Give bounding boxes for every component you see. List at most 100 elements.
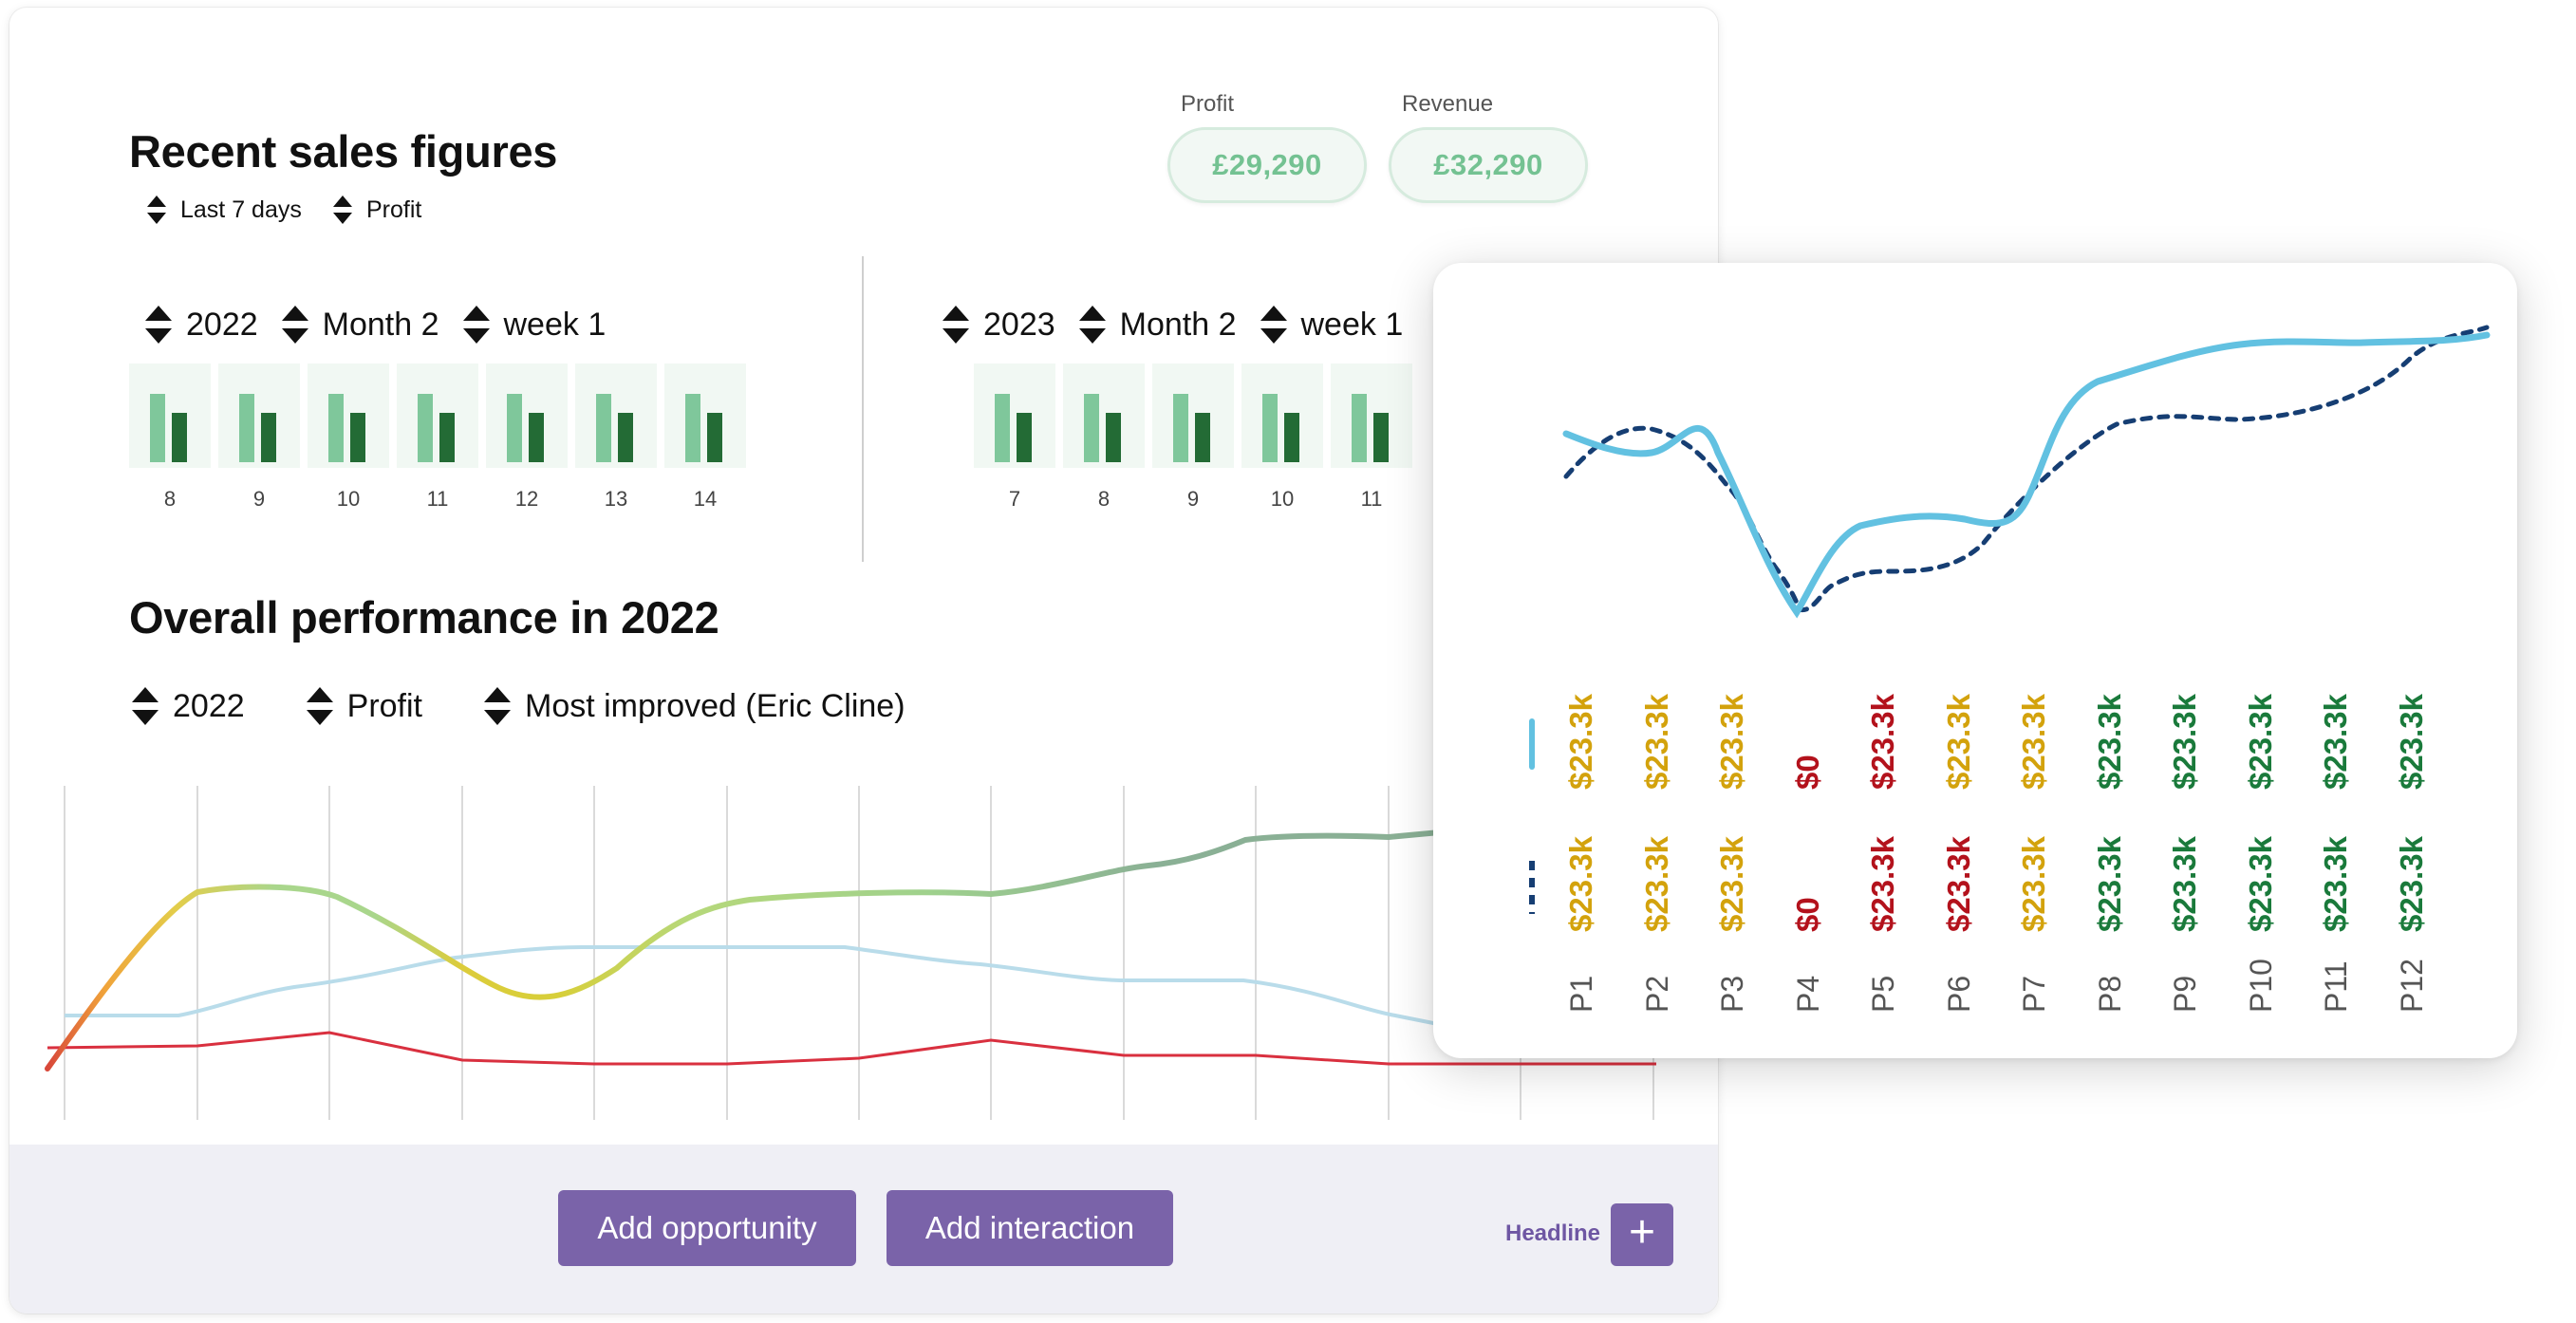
period-label: P1 (1564, 975, 1598, 1013)
section-title: Overall performance in 2022 (129, 592, 719, 643)
day-bar-background (397, 363, 478, 468)
filter-date-range-label: Last 7 days (180, 196, 302, 223)
performance-metric-select[interactable]: Profit (306, 686, 422, 726)
day-bar[interactable]: 11 (1331, 363, 1412, 525)
day-bar-dark (1017, 413, 1032, 462)
filter-metric[interactable]: Profit (332, 195, 421, 225)
day-bar-background (308, 363, 389, 468)
day-bar-light (507, 394, 522, 462)
week-select[interactable]: week 1 (1260, 305, 1404, 345)
day-bar-light (328, 394, 344, 462)
month-select[interactable]: Month 2 (1078, 305, 1237, 345)
day-label: 9 (252, 487, 266, 511)
headline-label: Headline (1505, 1221, 1601, 1246)
month-select-value: Month 2 (1119, 306, 1237, 343)
add-opportunity-button[interactable]: Add opportunity (558, 1190, 856, 1266)
day-bar-dark (618, 413, 633, 462)
week-select-value: week 1 (503, 306, 607, 343)
day-bar-background (974, 363, 1055, 468)
series-baseline-line (47, 1031, 1656, 1066)
day-bar-light (995, 394, 1010, 462)
period-a-selectors: 2022 Month 2 week 1 (144, 302, 628, 347)
year-select[interactable]: 2022 (144, 305, 258, 345)
sort-icon (281, 305, 309, 345)
day-bar[interactable]: 12 (486, 363, 568, 525)
day-bar-light (1262, 394, 1278, 462)
day-label: 9 (1186, 487, 1200, 511)
performance-year-select[interactable]: 2022 (131, 686, 245, 726)
year-select-value: 2023 (983, 306, 1055, 343)
month-select-value: Month 2 (322, 306, 439, 343)
day-bar-light (1352, 394, 1367, 462)
period-comparison-card: $23.3k $23.3k P1 $23.3k $23.3k P2 $23.3k $23.3k… (1433, 263, 2517, 1058)
filter-date-range[interactable]: Last 7 days (146, 195, 302, 225)
day-bar-background (129, 363, 211, 468)
period-b-selectors: 2023 Month 2 week 1 (942, 302, 1426, 347)
day-bar-dark (439, 413, 455, 462)
month-select[interactable]: Month 2 (281, 305, 439, 345)
day-bar-background (1152, 363, 1234, 468)
day-label: 8 (163, 487, 177, 511)
performance-year-value: 2022 (173, 687, 245, 724)
day-label: 10 (336, 487, 361, 511)
period-label: P4 (1790, 975, 1825, 1013)
day-bar-dark (172, 413, 187, 462)
day-bar[interactable]: 8 (1063, 363, 1145, 525)
day-bar[interactable]: 9 (218, 363, 300, 525)
performance-comparison-select[interactable]: Most improved (Eric Cline) (483, 686, 905, 726)
day-bar-light (150, 394, 165, 462)
week-select[interactable]: week 1 (462, 305, 607, 345)
kpi-revenue-value: £32,290 (1389, 127, 1588, 203)
solid-value: $23.3k (1714, 694, 1749, 790)
solid-value: $23.3k (1638, 694, 1674, 790)
year-select[interactable]: 2023 (942, 305, 1055, 345)
solid-value: $23.3k (2318, 694, 2353, 790)
period-label: P11 (2319, 960, 2353, 1013)
day-bar-light (1173, 394, 1188, 462)
page-title: Recent sales figures (129, 126, 558, 177)
day-bar[interactable]: 10 (1241, 363, 1323, 525)
day-bar-light (418, 394, 433, 462)
day-bar[interactable]: 14 (664, 363, 746, 525)
dotted-value: $23.3k (1940, 836, 1976, 932)
filter-metric-label: Profit (366, 196, 422, 223)
day-bar[interactable]: 13 (575, 363, 657, 525)
plus-icon: + (1628, 1207, 1656, 1258)
period-label: P7 (2017, 975, 2051, 1013)
day-bar[interactable]: 9 (1152, 363, 1234, 525)
day-label: 11 (1360, 487, 1383, 511)
period-label: P2 (1639, 975, 1674, 1013)
day-label: 7 (1008, 487, 1021, 511)
performance-selectors: 2022 Profit Most improved (Eric Cline) (131, 683, 928, 729)
sort-icon (1078, 305, 1107, 345)
dotted-series-line (1563, 325, 2490, 613)
dotted-value: $23.3k (2016, 836, 2051, 932)
series-comparison-line (65, 945, 1444, 1027)
period-label: P6 (1941, 975, 1976, 1013)
sort-icon (332, 195, 353, 225)
week-select-value: week 1 (1300, 306, 1404, 343)
day-bar-dark (1284, 413, 1299, 462)
solid-value: $23.3k (1940, 694, 1976, 790)
day-bar-background (664, 363, 746, 468)
sort-icon (306, 686, 334, 726)
day-bar[interactable]: 7 (974, 363, 1055, 525)
day-bar-dark (261, 413, 276, 462)
footer-actions-bar (9, 1145, 1718, 1314)
dotted-value: $23.3k (1563, 836, 1598, 932)
day-bar-dark (1373, 413, 1389, 462)
day-bar-light (685, 394, 700, 462)
solid-value: $23.3k (2091, 694, 2127, 790)
solid-value: $23.3k (2016, 694, 2051, 790)
dotted-value: $23.3k (1865, 836, 1900, 932)
solid-value: $23.3k (1865, 694, 1900, 790)
period-label: P9 (2168, 975, 2202, 1013)
day-bar[interactable]: 10 (308, 363, 389, 525)
performance-metric-value: Profit (346, 687, 422, 724)
dotted-value: $23.3k (2242, 836, 2278, 932)
day-bar[interactable]: 11 (397, 363, 478, 525)
day-bar[interactable]: 8 (129, 363, 211, 525)
sort-icon (462, 305, 491, 345)
add-interaction-button[interactable]: Add interaction (887, 1190, 1173, 1266)
headline-add-button[interactable]: + (1611, 1203, 1673, 1266)
